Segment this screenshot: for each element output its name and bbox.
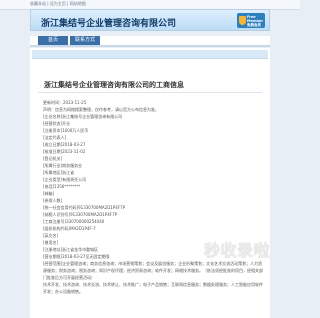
info-line: [成立日期]2018-03-27 xyxy=(43,142,86,147)
nav-home[interactable]: 首页 xyxy=(38,36,68,45)
info-line: [企业名称]浙江集结号企业管理咨询有限公司 xyxy=(43,114,123,119)
member-badge: Free Member 免费会员 xyxy=(237,13,265,28)
nav-divider xyxy=(30,45,270,47)
main-nav: 首页 联系方式 xyxy=(30,36,270,45)
business-info-list: 更新时间：2023-11-25 声明：信息为网络搜索整理，仅作参考，请以官方公布… xyxy=(43,99,265,295)
info-line: 声明：信息为网络搜索整理，仅作参考，请以官方公布信息为准。 xyxy=(43,107,159,112)
info-line: [所属地区]浙江省 xyxy=(43,170,75,175)
info-line: 更新时间：2023-11-25 xyxy=(43,100,87,105)
info-line: [工商注册号]330700000254040 xyxy=(43,219,105,224)
info-line: [电话]1356******** xyxy=(43,184,81,189)
content-panel: 浙江集结号企业管理咨询有限公司的工商信息 更新时间：2023-11-25 声明：… xyxy=(30,48,270,318)
info-line: [企业类型]有限责任公司 xyxy=(43,177,87,182)
watermark-text: 秒收录啦 xyxy=(204,241,271,260)
info-line: [核准日期]2023-11-02 xyxy=(43,149,86,154)
info-line: [组织机构代码]MA2D1P4F-7 xyxy=(43,226,96,231)
page-title: 浙江集结号企业管理咨询有限公司的工商信息 xyxy=(44,81,184,89)
top-links[interactable]: 收藏本站 | 设为主页 | 网站地图 xyxy=(30,1,86,7)
member-badge-label: Free Member 免费会员 xyxy=(247,15,264,27)
title-divider xyxy=(38,92,262,93)
info-line: [统一社会信用代码]91330700MA2D1P4F7P xyxy=(43,205,126,210)
shield-icon xyxy=(239,16,246,25)
content-header-strip xyxy=(32,50,268,59)
info-line: [纳税人识别号]91330700MA2D1P4F7P xyxy=(43,212,118,217)
info-line: [参保人数] xyxy=(43,198,63,203)
info-line: [法定代表人] xyxy=(43,135,67,140)
info-line: [经营范围]企业管理咨询；商务信息咨询；市场营销策划；会议及展览服务；企业形象策… xyxy=(43,261,263,280)
info-line: [所属行业]商务服务业 xyxy=(43,163,83,168)
info-line: [登记机关] xyxy=(43,156,63,161)
info-line: 技术开发、技术咨询、技术交流、技术转让、技术推广；电子产品销售；互联网信息服务；… xyxy=(43,282,263,294)
info-line: [邮箱] xyxy=(43,191,55,196)
site-title[interactable]: 浙江集结号企业管理咨询有限公司 xyxy=(41,16,176,29)
site-header: 浙江集结号企业管理咨询有限公司 Free Member 免费会员 xyxy=(30,9,270,31)
info-line: [注册资本]1000万人民币 xyxy=(43,128,89,133)
info-line: [经营状态]开业 xyxy=(43,121,71,126)
nav-contact[interactable]: 联系方式 xyxy=(70,36,100,45)
